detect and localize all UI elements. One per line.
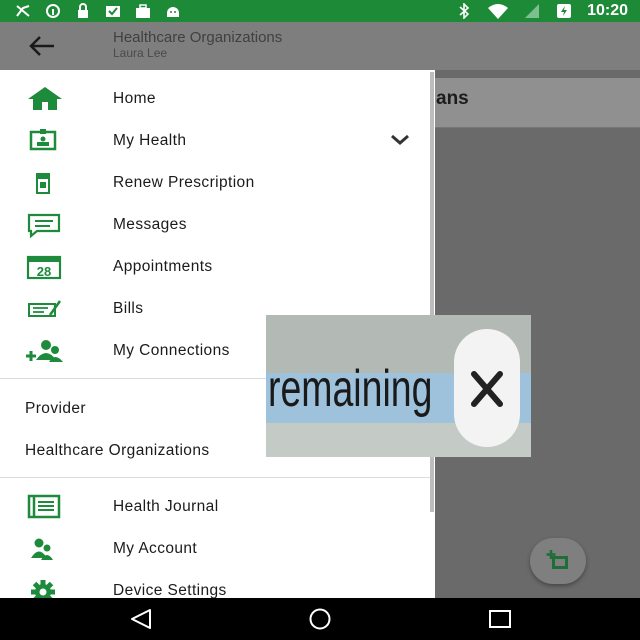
drawer-item-label: Appointments <box>113 258 213 275</box>
status-bar: 10:20 <box>0 0 640 22</box>
drawer-item-device-settings[interactable]: Device Settings <box>0 570 430 598</box>
drawer-item-messages[interactable]: Messages <box>0 204 430 246</box>
app-bar-subtitle: Laura Lee <box>113 46 168 60</box>
overlay-close-button[interactable] <box>454 329 520 447</box>
drawer-item-label: Device Settings <box>113 582 227 598</box>
drawer-item-label: Home <box>113 90 156 107</box>
drawer-item-health-journal[interactable]: Health Journal <box>0 486 430 528</box>
overlay-remaining-text: remaining <box>268 360 433 418</box>
connections-icon <box>26 340 63 362</box>
lock-icon <box>78 3 88 18</box>
drawer-item-my-account[interactable]: My Account <box>0 528 430 570</box>
briefcase-icon <box>136 4 150 18</box>
add-organization-button[interactable] <box>530 538 586 584</box>
battery-charging-icon <box>557 4 572 18</box>
prescription-icon <box>36 173 50 194</box>
drawer-item-provider[interactable]: Provider <box>25 400 86 418</box>
id-card-icon <box>29 129 57 151</box>
bill-icon <box>28 300 62 317</box>
background-heading: ans <box>436 88 469 109</box>
back-nav-icon[interactable] <box>128 608 154 630</box>
drawer-item-appointments[interactable]: 28 Appointments <box>0 246 430 288</box>
info-icon <box>46 4 60 18</box>
calendar-icon-day: 28 <box>37 264 51 279</box>
status-time: 10:20 <box>587 2 628 19</box>
app-bar-title: Healthcare Organizations <box>113 29 283 46</box>
overlay-banner: remaining <box>266 315 531 457</box>
account-icon <box>31 538 53 560</box>
recents-nav-icon[interactable] <box>488 608 512 630</box>
close-icon <box>471 371 503 407</box>
drawer-item-label: My Connections <box>113 342 230 359</box>
inbox-icon <box>106 6 120 17</box>
drawer-divider <box>0 477 430 478</box>
drawer-item-label: Renew Prescription <box>113 174 255 191</box>
drawer-item-renew-prescription[interactable]: Renew Prescription <box>0 162 430 204</box>
calendar-icon: 28 <box>26 255 62 280</box>
sync-off-icon <box>16 5 30 17</box>
message-icon <box>27 213 61 238</box>
drawer-item-label: Messages <box>113 216 187 233</box>
drawer-item-label: Bills <box>113 300 144 317</box>
add-card-icon <box>546 550 568 569</box>
android-icon <box>167 7 179 17</box>
app-bar: Healthcare Organizations Laura Lee <box>0 22 640 70</box>
system-nav-bar <box>0 598 640 640</box>
back-arrow-icon[interactable] <box>26 33 56 59</box>
drawer-item-home[interactable]: Home <box>0 78 430 120</box>
home-icon <box>28 87 62 110</box>
drawer-item-label: My Health <box>113 132 187 149</box>
bluetooth-icon <box>459 3 470 19</box>
drawer-item-label: My Account <box>113 540 198 557</box>
drawer-item-my-health[interactable]: My Health <box>0 120 430 162</box>
chevron-down-icon[interactable] <box>388 132 412 148</box>
journal-icon <box>27 494 61 519</box>
drawer-item-healthcare-organizations[interactable]: Healthcare Organizations <box>25 442 210 460</box>
home-nav-icon[interactable] <box>306 608 334 630</box>
gear-icon <box>31 580 55 598</box>
signal-icon <box>525 4 540 18</box>
drawer-item-label: Health Journal <box>113 498 219 515</box>
wifi-icon <box>488 4 509 19</box>
